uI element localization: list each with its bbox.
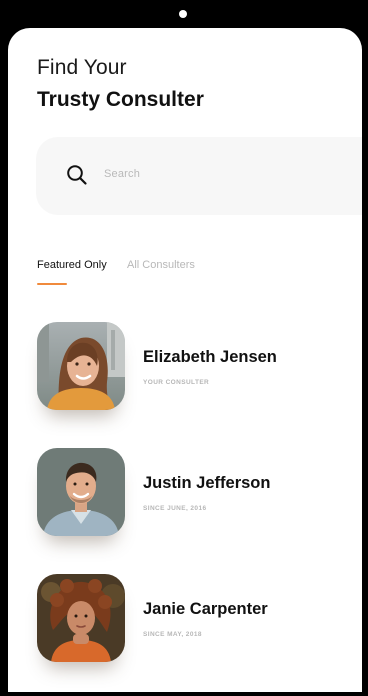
- avatar: [37, 574, 125, 662]
- camera-dot: [179, 10, 187, 18]
- tab-all-consulters[interactable]: All Consulters: [127, 259, 195, 271]
- search-icon: [67, 165, 87, 185]
- consultant-name: Elizabeth Jensen: [143, 348, 277, 366]
- consultant-name: Justin Jefferson: [143, 474, 271, 492]
- device-frame: Find Your Trusty Consulter Search Featur…: [0, 0, 368, 696]
- title-line-2: Trusty Consulter: [37, 88, 204, 111]
- app-screen: Find Your Trusty Consulter Search Featur…: [8, 28, 362, 692]
- search-bar[interactable]: Search: [36, 137, 362, 215]
- consultant-card[interactable]: Janie Carpenter SINCE MAY, 2018: [37, 574, 347, 668]
- avatar: [37, 448, 125, 536]
- active-tab-indicator: [37, 283, 67, 285]
- search-input[interactable]: Search: [104, 168, 140, 180]
- consultant-subtitle: YOUR CONSULTER: [143, 379, 210, 386]
- avatar: [37, 322, 125, 410]
- consultant-card[interactable]: Elizabeth Jensen YOUR CONSULTER: [37, 322, 347, 416]
- consultant-subtitle: SINCE JUNE, 2016: [143, 505, 207, 512]
- consultant-card[interactable]: Justin Jefferson SINCE JUNE, 2016: [37, 448, 347, 542]
- tab-featured-only[interactable]: Featured Only: [37, 259, 107, 271]
- consultant-subtitle: SINCE MAY, 2018: [143, 631, 202, 638]
- page-title: Find Your Trusty Consulter: [37, 54, 204, 116]
- title-line-1: Find Your: [37, 56, 127, 79]
- avatar-photo: [37, 574, 125, 662]
- avatar-photo: [37, 322, 125, 410]
- avatar-photo: [37, 448, 125, 536]
- consultant-name: Janie Carpenter: [143, 600, 268, 618]
